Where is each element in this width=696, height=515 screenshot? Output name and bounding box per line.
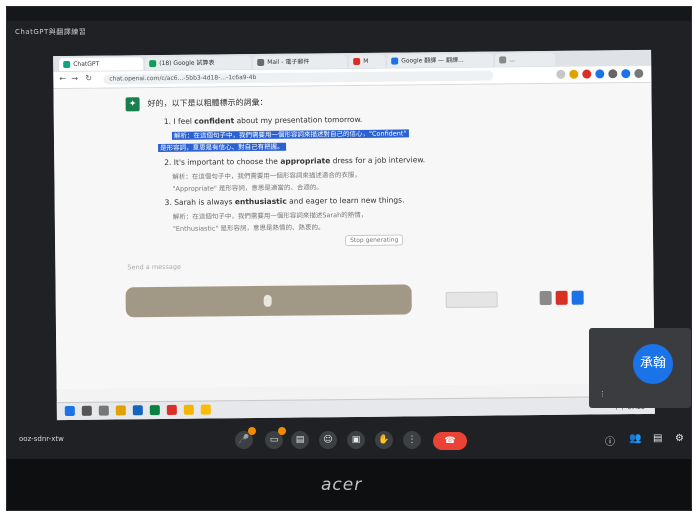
warning-badge: [248, 427, 256, 435]
participant-avatar: 承翰: [633, 344, 673, 384]
tab-other[interactable]: ...: [495, 52, 556, 67]
raise-hand-icon[interactable]: ✋: [375, 431, 393, 449]
task-view-icon[interactable]: [98, 405, 109, 416]
stop-generating-button[interactable]: Stop generating: [345, 234, 404, 247]
chat-icon[interactable]: ▤: [653, 433, 662, 444]
microphone-toggle[interactable]: 🎤: [235, 427, 256, 449]
extension-icons: [556, 68, 644, 80]
app-icon-2[interactable]: [200, 404, 211, 415]
back-icon[interactable]: ←: [59, 74, 66, 83]
shared-screen: ChatGPT (18) Google 試算表 Mail - 電子郵件 M Go…: [53, 49, 655, 421]
url-field[interactable]: chat.openai.com/c/ac6...-5bb3-4d18-...-1…: [103, 70, 494, 85]
share-icon[interactable]: [556, 69, 566, 79]
emoji-icon[interactable]: ☺: [319, 431, 337, 449]
explanation-line: 是形容詞，意思是有信心、對自己有把握。: [158, 142, 286, 153]
reload-icon[interactable]: ↻: [85, 74, 92, 83]
language-select[interactable]: [445, 291, 498, 309]
sheets-icon: [149, 60, 157, 68]
captions-icon[interactable]: ▤: [291, 431, 309, 449]
star-icon[interactable]: [569, 69, 579, 79]
present-icon[interactable]: ▣: [347, 431, 365, 449]
camera-toggle[interactable]: ▭: [265, 427, 286, 449]
photo-frame: ChatGPT與翻譯練習 ChatGPT (18) Google 試算表 Mai…: [6, 6, 692, 511]
send-message-placeholder: Send a message: [127, 262, 182, 272]
chatgpt-icon: [63, 60, 71, 69]
extension-icon-2[interactable]: [595, 69, 605, 79]
puzzle-icon[interactable]: [608, 69, 618, 79]
explanation-line: 解析：在這個句子中，我們需要用一個形容詞來描述Sarah的熱情，: [172, 210, 368, 221]
microphone-icon[interactable]: [263, 294, 272, 307]
tab-chatgpt[interactable]: ChatGPT: [59, 57, 144, 72]
app-icon[interactable]: [183, 404, 194, 415]
response-heading: 好的，以下是以粗體標示的詞彙：: [147, 97, 268, 109]
windows-start-icon[interactable]: [64, 405, 75, 417]
mail-icon: [257, 58, 265, 67]
more-options-icon[interactable]: ⋮: [599, 390, 606, 398]
meet-control-bar: ooz-sdnr-xtw 🎤 ▭ ▤ ☺ ▣ ✋ ⋮ ☎ ⓘ 👥 ▤ ⚙: [7, 421, 691, 459]
page-icon: [499, 56, 507, 64]
tool-button[interactable]: [539, 290, 552, 306]
explanation-line: "Enthusiastic" 是形容詞，意思是熱情的、熱衷的。: [172, 223, 325, 233]
more-icon[interactable]: ⋮: [403, 431, 421, 449]
monitor-brand-logo: acer: [321, 475, 363, 495]
edge-icon[interactable]: [149, 405, 160, 416]
info-icon[interactable]: ⓘ: [605, 433, 615, 448]
profile-icon[interactable]: [621, 69, 631, 79]
warning-badge: [278, 427, 286, 435]
message-input[interactable]: [125, 284, 412, 318]
meet-title: ChatGPT與翻譯練習: [15, 28, 87, 36]
explanation-line: "Appropriate" 是形容詞，意思是適當的、合適的。: [172, 183, 323, 193]
extension-button[interactable]: [571, 290, 584, 305]
extension-icon[interactable]: [582, 69, 592, 79]
forward-icon[interactable]: →: [71, 74, 78, 83]
chatgpt-avatar-icon: ✦: [125, 97, 140, 112]
meeting-code: ooz-sdnr-xtw: [19, 435, 64, 443]
hangup-button[interactable]: ☎: [433, 432, 467, 450]
tab-translate[interactable]: Google 翻譯 — 翻譯...: [387, 53, 494, 68]
people-icon[interactable]: 👥: [629, 433, 641, 444]
search-icon[interactable]: [81, 405, 92, 416]
menu-icon[interactable]: [634, 68, 644, 79]
gmail-icon: [353, 57, 361, 65]
tab-mail[interactable]: Mail - 電子郵件: [253, 55, 348, 70]
store-icon[interactable]: [132, 405, 143, 416]
folder-icon[interactable]: [115, 405, 126, 416]
explanation-line: 解析：在這個句子中，我們需要用一個形容詞來描述適合的衣服，: [172, 170, 361, 181]
record-button[interactable]: [555, 290, 568, 305]
chrome-icon[interactable]: [166, 404, 177, 415]
monitor-bezel-top: [7, 7, 691, 21]
participant-tile: 承翰 ⋮: [589, 328, 691, 408]
tab-gmail[interactable]: M: [349, 54, 386, 69]
tab-sheets[interactable]: (18) Google 試算表: [145, 56, 252, 71]
translate-icon: [391, 57, 399, 65]
activities-icon[interactable]: ⚙: [675, 433, 684, 444]
